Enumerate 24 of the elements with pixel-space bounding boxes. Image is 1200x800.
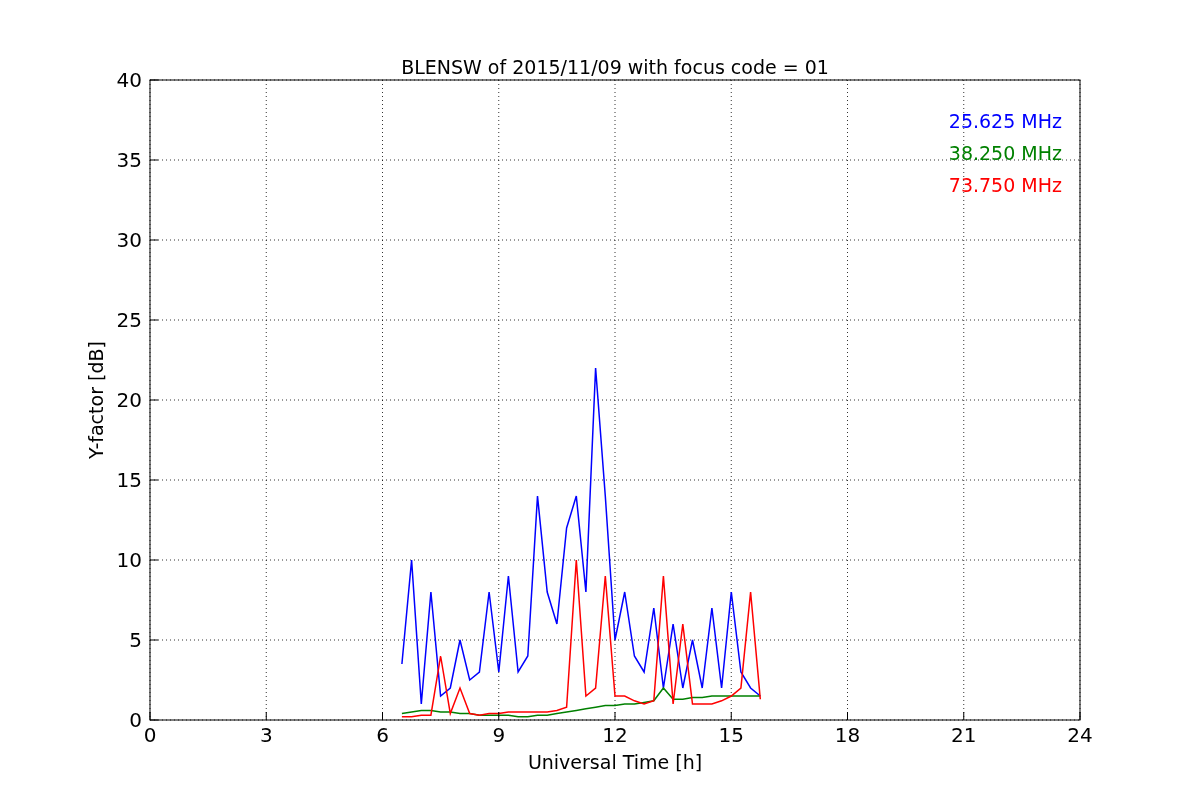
x-tick-label: 6 (376, 723, 389, 747)
x-tick-label: 3 (259, 723, 273, 747)
y-tick-label: 0 (129, 708, 142, 732)
y-tick-label: 5 (129, 628, 142, 652)
y-tick-label: 10 (116, 548, 142, 572)
x-tick-label: 15 (718, 723, 744, 747)
x-tick-label: 0 (143, 723, 157, 747)
y-tick-label: 30 (116, 228, 142, 252)
y-tick-label: 20 (116, 388, 142, 412)
legend-label: 25.625 MHz (948, 110, 1062, 132)
legend-label: 38.250 MHz (948, 142, 1062, 164)
y-axis-label: Y-factor [dB] (85, 341, 107, 459)
y-tick-label: 40 (116, 68, 142, 92)
x-tick-label: 21 (951, 723, 977, 747)
y-tick-label: 25 (116, 308, 142, 332)
x-tick-label: 12 (602, 723, 628, 747)
y-tick-label: 15 (116, 468, 142, 492)
x-tick-label: 24 (1067, 723, 1093, 747)
chart-title: BLENSW of 2015/11/09 with focus code = 01 (401, 56, 829, 78)
legend-label: 73.750 MHz (948, 174, 1062, 196)
x-tick-label: 18 (834, 723, 861, 747)
y-tick-label: 35 (116, 148, 142, 172)
x-tick-label: 9 (492, 723, 506, 747)
x-axis-label: Universal Time [h] (527, 751, 703, 773)
